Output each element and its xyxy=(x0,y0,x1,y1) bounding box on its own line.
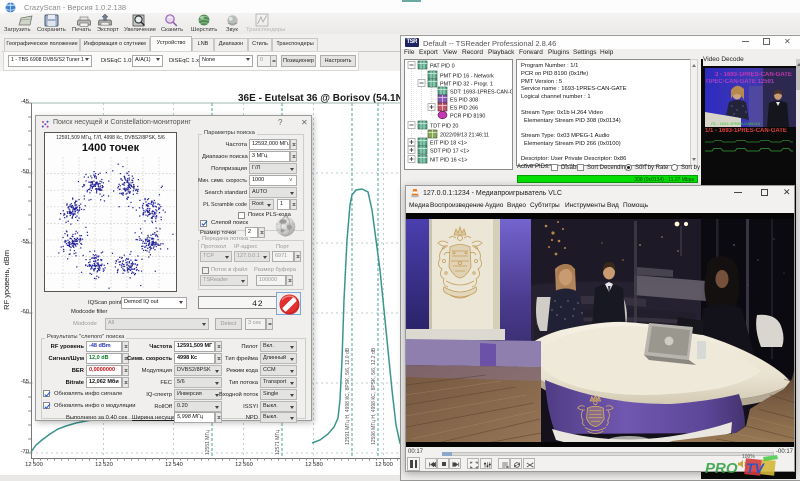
svg-text:Л1 - 1693-1PRES-CAN-GA: Л1 - 1693-1PRES-CAN-GA xyxy=(711,121,760,126)
svg-text:PAT PID 0: PAT PID 0 xyxy=(430,64,455,70)
svg-text:2022/09/13 21:46:11: 2022/09/13 21:46:11 xyxy=(440,133,489,139)
svg-text:NIT PID 16 <1>: NIT PID 16 <1> xyxy=(430,158,467,164)
svg-text:SDT PID 17 <1>: SDT PID 17 <1> xyxy=(430,149,469,155)
svg-text:TDT PID 20: TDT PID 20 xyxy=(430,124,458,130)
svg-text:3 - 1693-1PRES-CAN-GATE: 3 - 1693-1PRES-CAN-GATE xyxy=(715,72,792,78)
svg-text:PRO: PRO xyxy=(705,460,738,477)
svg-text:12551 МГц: 12551 МГц xyxy=(205,430,211,455)
svg-text:SDT: 1693-1PRES-CAN-GATE: SDT: 1693-1PRES-CAN-GATE xyxy=(450,90,513,96)
svg-text:ES PID 308: ES PID 308 xyxy=(450,98,478,104)
svg-text:ПРЕС-CAN-GATE 12591: ПРЕС-CAN-GATE 12591 xyxy=(706,79,775,85)
svg-text:TV: TV xyxy=(746,460,766,476)
svg-text:12596 МГц Н, 4998 КС, 8PSK, 5: 12596 МГц Н, 4998 КС, 8PSK, 5/6, 12.2 dB xyxy=(371,347,377,445)
svg-text:ES PID 266: ES PID 266 xyxy=(450,106,478,112)
svg-text:PCR PID 8190: PCR PID 8190 xyxy=(450,114,485,120)
svg-text:PMT PID 32 - Progr. 1: PMT PID 32 - Progr. 1 xyxy=(440,82,493,88)
svg-text:12591 МГц Н, 4998 КС, 8PSK, 5: 12591 МГц Н, 4998 КС, 8PSK, 5/6, 12.0 dB xyxy=(345,347,351,445)
svg-text:EIT PID 18 <1>: EIT PID 18 <1> xyxy=(430,141,467,147)
svg-text:PMT PID 16 - Network: PMT PID 16 - Network xyxy=(440,74,494,80)
svg-text:12571 МГц: 12571 МГц xyxy=(275,430,281,455)
